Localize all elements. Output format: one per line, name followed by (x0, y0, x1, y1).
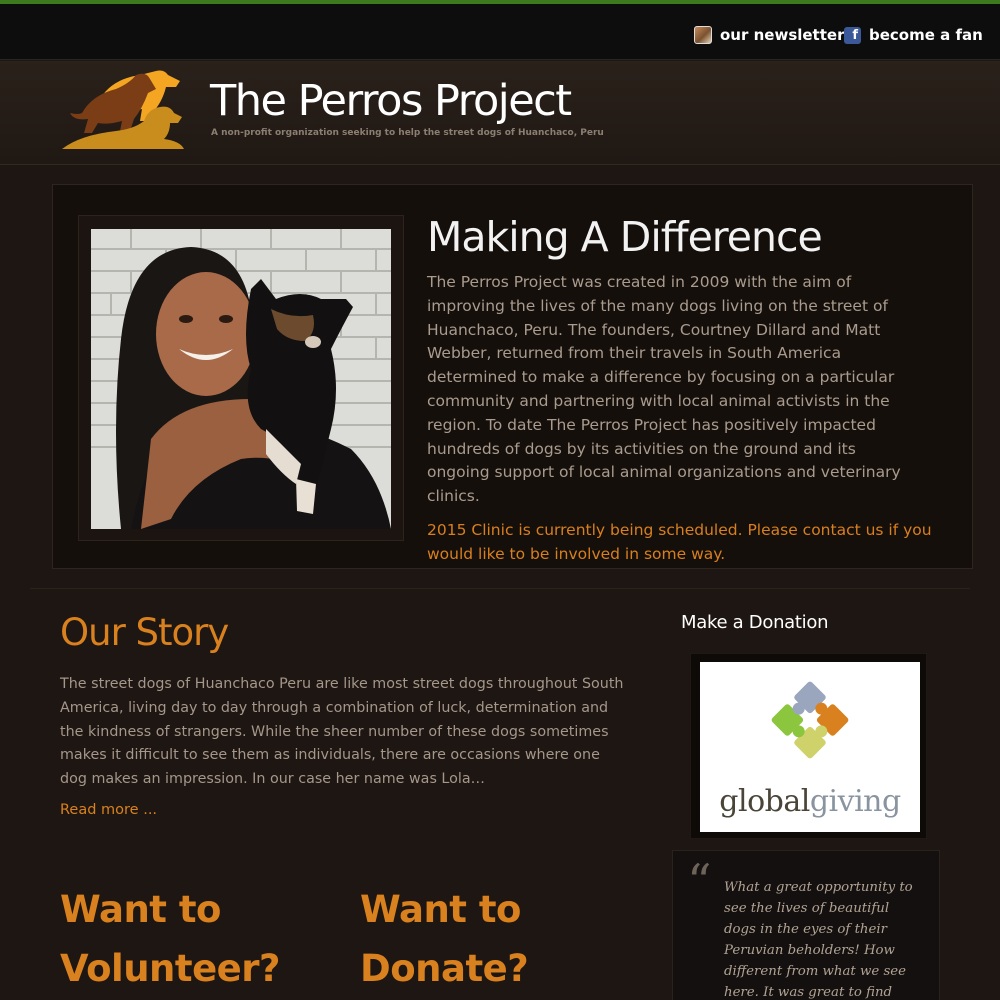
globalgiving-badge[interactable]: globalgiving (690, 653, 927, 839)
our-story-body: The street dogs of Huanchaco Peru are li… (60, 676, 624, 788)
avatar-icon (694, 26, 712, 44)
want-to-donate-heading[interactable]: Want to Donate? (360, 880, 620, 998)
newsletter-label: our newsletter (720, 26, 845, 44)
testimonial-text: What a great opportunity to see the live… (724, 880, 913, 1000)
feature-body: The Perros Project was created in 2009 w… (427, 273, 901, 506)
top-bar: our newsletter f become a fan (0, 4, 1000, 60)
want-to-volunteer-heading[interactable]: Want to Volunteer? (60, 880, 320, 998)
feature-panel: Making A Difference The Perros Project w… (52, 184, 973, 569)
feature-photo-frame (78, 215, 404, 541)
globalgiving-logo: globalgiving (700, 662, 920, 832)
site-title[interactable]: The Perros Project (210, 75, 572, 127)
dogs-logo[interactable] (60, 69, 185, 159)
newsletter-link[interactable]: our newsletter (694, 23, 844, 47)
testimonial-box: “ What a great opportunity to see the li… (672, 850, 940, 1000)
make-a-donation-heading: Make a Donation (681, 612, 829, 633)
clinic-notice: 2015 Clinic is currently being scheduled… (427, 521, 932, 563)
read-more-link[interactable]: Read more ... (60, 802, 157, 818)
section-divider (30, 588, 970, 589)
facebook-icon: f (844, 26, 861, 44)
feature-title: Making A Difference (427, 213, 823, 261)
become-a-fan-label: become a fan (869, 26, 983, 44)
site-header: The Perros Project A non-profit organiza… (0, 61, 1000, 165)
quote-mark-icon: “ (687, 854, 712, 910)
our-story-heading: Our Story (60, 611, 229, 654)
woman-holding-dog-photo (91, 229, 391, 529)
site-tagline: A non-profit organization seeking to hel… (211, 128, 604, 138)
globalgiving-wordmark: globalgiving (719, 784, 901, 819)
become-a-fan-link[interactable]: f become a fan (844, 23, 983, 47)
